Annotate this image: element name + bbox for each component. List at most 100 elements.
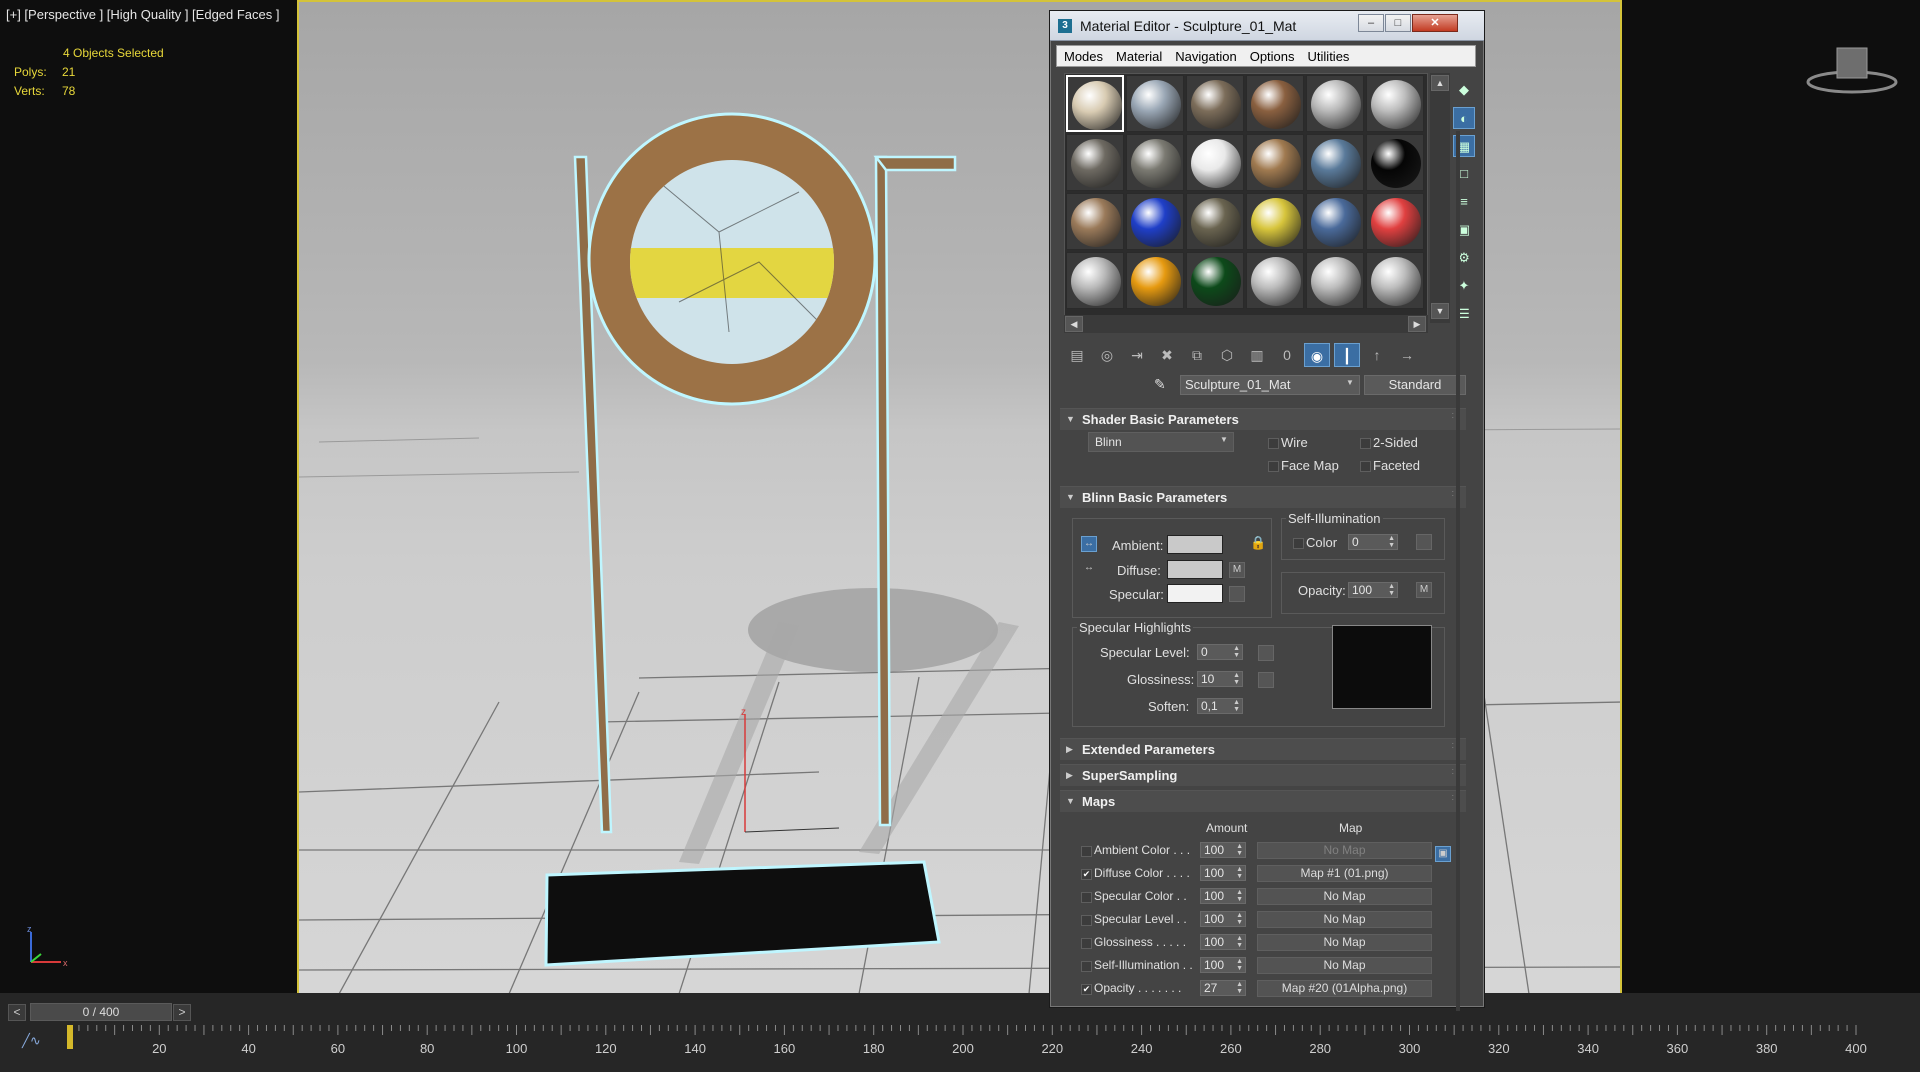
opacity-map-button[interactable]: M xyxy=(1416,582,1432,598)
map-slot-button[interactable]: No Map xyxy=(1257,842,1432,859)
rollout-extended-parameters[interactable]: ▶ Extended Parameters ∷ xyxy=(1060,738,1466,760)
map-amount-spinner[interactable]: 100 ▲ ▼ xyxy=(1200,865,1246,881)
map-enable-checkbox[interactable] xyxy=(1081,915,1092,926)
material-slot[interactable] xyxy=(1066,134,1124,191)
glossiness-spinner[interactable]: 10 ▲ ▼ xyxy=(1197,671,1243,687)
material-slot[interactable] xyxy=(1366,134,1424,191)
lock-diffuse-specular-icon[interactable]: ↔ xyxy=(1081,561,1097,577)
map-slot-button[interactable]: No Map xyxy=(1257,888,1432,905)
material-slot[interactable] xyxy=(1306,252,1364,309)
material-slot[interactable] xyxy=(1126,252,1184,309)
material-slot[interactable] xyxy=(1246,193,1304,250)
menu-options[interactable]: Options xyxy=(1243,49,1301,64)
show-end-result-icon[interactable]: ┃ xyxy=(1334,343,1360,367)
map-slot-button[interactable]: No Map xyxy=(1257,911,1432,928)
map-enable-checkbox[interactable] xyxy=(1081,938,1092,949)
material-slot[interactable] xyxy=(1366,75,1424,132)
menu-utilities[interactable]: Utilities xyxy=(1301,49,1356,64)
map-amount-spinner[interactable]: 100 ▲ ▼ xyxy=(1200,888,1246,904)
reset-map-icon[interactable]: ✖ xyxy=(1154,343,1180,367)
opacity-spinner[interactable]: 100 ▲ ▼ xyxy=(1348,582,1398,598)
rollout-blinn-basic[interactable]: ▼ Blinn Basic Parameters ∷ xyxy=(1060,486,1466,508)
specular-map-button[interactable] xyxy=(1229,586,1245,602)
material-slot[interactable] xyxy=(1126,134,1184,191)
self-illum-spinner[interactable]: 0 ▲ ▼ xyxy=(1348,534,1398,550)
map-slot-button[interactable]: Map #20 (01Alpha.png) xyxy=(1257,980,1432,997)
soften-spinner[interactable]: 0,1 ▲ ▼ xyxy=(1197,698,1243,714)
material-slot[interactable] xyxy=(1126,193,1184,250)
material-slot[interactable] xyxy=(1186,75,1244,132)
go-forward-sibling-icon[interactable]: → xyxy=(1394,343,1420,367)
lock-icon[interactable]: 🔒 xyxy=(1250,536,1266,552)
material-slot[interactable] xyxy=(1186,193,1244,250)
get-material-icon[interactable]: ▤ xyxy=(1064,343,1090,367)
face-map-checkbox[interactable] xyxy=(1268,461,1279,472)
assign-to-selection-icon[interactable]: ⇥ xyxy=(1124,343,1150,367)
map-enable-checkbox[interactable] xyxy=(1081,961,1092,972)
material-slot[interactable] xyxy=(1066,193,1124,250)
minimize-button[interactable]: – xyxy=(1358,14,1384,32)
make-unique-icon[interactable]: ⬡ xyxy=(1214,343,1240,367)
menu-navigation[interactable]: Navigation xyxy=(1168,49,1242,64)
specular-level-map-button[interactable] xyxy=(1258,645,1274,661)
wire-checkbox[interactable] xyxy=(1268,438,1279,449)
map-enable-checkbox[interactable]: ✔ xyxy=(1081,869,1092,880)
menu-modes[interactable]: Modes xyxy=(1057,49,1109,64)
map-enable-checkbox[interactable] xyxy=(1081,846,1092,857)
scroll-right-icon[interactable]: ▶ xyxy=(1408,316,1426,332)
slots-vertical-scrollbar[interactable]: ▲ ▼ xyxy=(1430,73,1450,323)
material-type-button[interactable]: Standard xyxy=(1364,375,1466,395)
two-sided-checkbox[interactable] xyxy=(1360,438,1371,449)
specular-level-spinner[interactable]: 0 ▲ ▼ xyxy=(1197,644,1243,660)
material-slot[interactable] xyxy=(1246,252,1304,309)
viewport-label-menu[interactable]: [+] [Perspective ] [High Quality ] [Edge… xyxy=(6,7,280,22)
map-amount-spinner[interactable]: 100 ▲ ▼ xyxy=(1200,934,1246,950)
shader-dropdown[interactable]: Blinn xyxy=(1088,432,1234,452)
viewcube-icon[interactable] xyxy=(1805,44,1899,100)
ambient-color-swatch[interactable] xyxy=(1167,535,1223,554)
material-slot[interactable] xyxy=(1066,252,1124,309)
diffuse-color-swatch[interactable] xyxy=(1167,560,1223,579)
material-slot[interactable] xyxy=(1246,75,1304,132)
map-slot-button[interactable]: No Map xyxy=(1257,934,1432,951)
material-slot[interactable] xyxy=(1366,252,1424,309)
faceted-checkbox[interactable] xyxy=(1360,461,1371,472)
menu-material[interactable]: Material xyxy=(1109,49,1168,64)
material-slot[interactable] xyxy=(1186,252,1244,309)
eyedropper-icon[interactable]: ✎ xyxy=(1154,376,1166,393)
map-amount-spinner[interactable]: 100 ▲ ▼ xyxy=(1200,957,1246,973)
map-enable-checkbox[interactable] xyxy=(1081,892,1092,903)
timeline-ruler[interactable]: 20 40 60 80 100 120 140 160 180 200 220 240 260 280 30… xyxy=(60,1025,1920,1072)
material-slot[interactable] xyxy=(1366,193,1424,250)
map-amount-spinner[interactable]: 100 ▲ ▼ xyxy=(1200,842,1246,858)
material-slot[interactable] xyxy=(1066,75,1124,132)
curve-editor-icon[interactable]: ╱∿ xyxy=(22,1033,44,1051)
time-slider[interactable]: 0 / 400 xyxy=(30,1003,172,1021)
go-to-parent-icon[interactable]: ↑ xyxy=(1364,343,1390,367)
material-slot[interactable] xyxy=(1306,134,1364,191)
put-to-scene-icon[interactable]: ◎ xyxy=(1094,343,1120,367)
sample-type-icon[interactable]: ◆ xyxy=(1453,79,1475,101)
name-dropdown-icon[interactable]: ▼ xyxy=(1346,378,1354,387)
scroll-down-icon[interactable]: ▼ xyxy=(1431,303,1449,319)
map-slot-button[interactable]: No Map xyxy=(1257,957,1432,974)
lock-ambient-diffuse-icon[interactable]: ↔ xyxy=(1081,536,1097,552)
put-to-library-icon[interactable]: ▥ xyxy=(1244,343,1270,367)
material-slot[interactable] xyxy=(1306,75,1364,132)
show-shaded-material-icon[interactable]: ◉ xyxy=(1304,343,1330,367)
material-id-channel-icon[interactable]: 0 xyxy=(1274,343,1300,367)
map-enable-checkbox[interactable]: ✔ xyxy=(1081,984,1092,995)
maximize-button[interactable]: □ xyxy=(1385,14,1411,32)
map-slot-button[interactable]: Map #1 (01.png) xyxy=(1257,865,1432,882)
specular-color-swatch[interactable] xyxy=(1167,584,1223,603)
material-slot[interactable] xyxy=(1126,75,1184,132)
scroll-up-icon[interactable]: ▲ xyxy=(1431,75,1449,91)
map-amount-spinner[interactable]: 27 ▲ ▼ xyxy=(1200,980,1246,996)
self-illum-color-checkbox[interactable] xyxy=(1293,538,1304,549)
make-copy-icon[interactable]: ⧉ xyxy=(1184,343,1210,367)
rollout-shader-basic[interactable]: ▼ Shader Basic Parameters ∷ xyxy=(1060,408,1466,430)
previous-frame-button[interactable]: < xyxy=(8,1004,26,1021)
material-slot[interactable] xyxy=(1186,134,1244,191)
rollout-maps[interactable]: ▼ Maps ∷ xyxy=(1060,790,1466,812)
backlight-icon[interactable]: ◐ xyxy=(1453,107,1475,129)
